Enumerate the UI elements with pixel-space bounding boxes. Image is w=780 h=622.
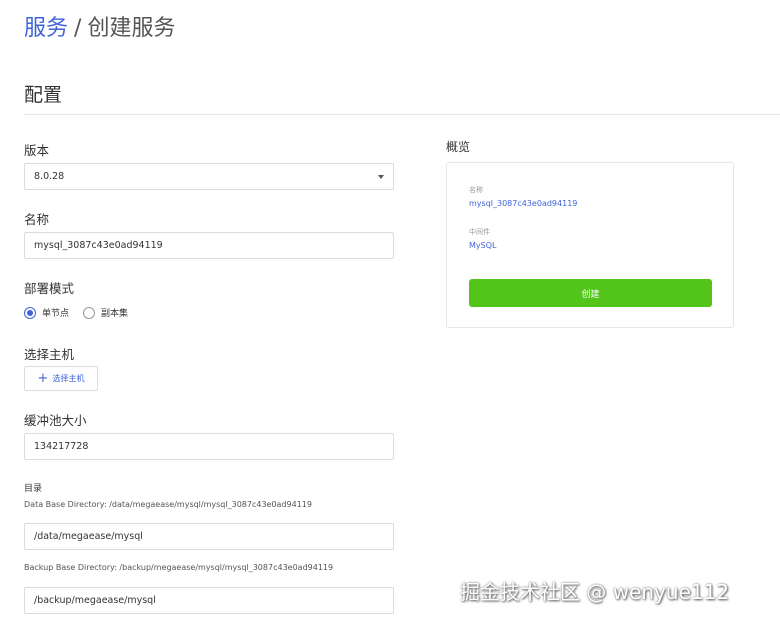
buffer-pool-input[interactable] bbox=[24, 433, 394, 460]
breadcrumb-current: 创建服务 bbox=[87, 16, 176, 41]
deploy-mode-single-label: 单节点 bbox=[42, 309, 70, 319]
chevron-down-icon bbox=[378, 174, 384, 179]
name-label: 名称 bbox=[24, 212, 50, 227]
host-label: 选择主机 bbox=[24, 347, 75, 362]
overview-card: 名称 mysql_3087c43e0ad94119 中间件 MySQL 创建 bbox=[446, 162, 734, 328]
radio-checked-icon bbox=[24, 306, 36, 319]
version-select-value: 8.0.28 bbox=[34, 171, 65, 182]
deploy-mode-replica-radio[interactable]: 副本集 bbox=[83, 306, 128, 319]
data-directory-hint: Data Base Directory: /data/megaease/mysq… bbox=[24, 500, 312, 509]
breadcrumb-services-link[interactable]: 服务 bbox=[24, 16, 68, 41]
directory-label: 目录 bbox=[24, 484, 43, 494]
buffer-pool-label: 缓冲池大小 bbox=[24, 413, 87, 428]
breadcrumb: 服务 / 创建服务 bbox=[24, 14, 175, 44]
radio-unchecked-icon bbox=[83, 306, 96, 319]
version-label: 版本 bbox=[24, 143, 50, 158]
data-directory-input[interactable] bbox=[24, 523, 394, 550]
section-title: 配置 bbox=[24, 84, 63, 106]
backup-directory-input[interactable] bbox=[24, 587, 394, 614]
version-select[interactable]: 8.0.28 bbox=[24, 163, 394, 190]
create-button[interactable]: 创建 bbox=[469, 279, 712, 307]
watermark: 掘金技术社区 @ wenyue112 bbox=[460, 580, 730, 604]
overview-middleware-key: 中间件 bbox=[469, 228, 490, 236]
deploy-mode-single-radio[interactable]: 单节点 bbox=[24, 306, 69, 319]
plus-icon: + bbox=[37, 371, 49, 386]
deploy-mode-radio-group: 单节点 副本集 bbox=[24, 306, 142, 319]
overview-middleware-value: MySQL bbox=[469, 241, 497, 250]
breadcrumb-separator: / bbox=[74, 16, 82, 41]
name-input[interactable] bbox=[24, 232, 394, 259]
overview-name-key: 名称 bbox=[469, 186, 483, 194]
create-service-page: 服务/创建服务 配置 版本 8.0.28 名称 部署模式 单节点 副本集 选择主… bbox=[0, 0, 780, 622]
backup-directory-hint: Backup Base Directory: /backup/megaease/… bbox=[24, 563, 334, 572]
section-divider bbox=[24, 114, 780, 115]
overview-name-value: mysql_3087c43e0ad94119 bbox=[469, 199, 578, 208]
select-host-button-label: 选择主机 bbox=[52, 374, 85, 383]
overview-label: 概览 bbox=[446, 140, 471, 154]
select-host-button[interactable]: + 选择主机 bbox=[24, 366, 98, 391]
deploy-mode-label: 部署模式 bbox=[24, 281, 75, 296]
deploy-mode-replica-label: 副本集 bbox=[101, 309, 129, 319]
